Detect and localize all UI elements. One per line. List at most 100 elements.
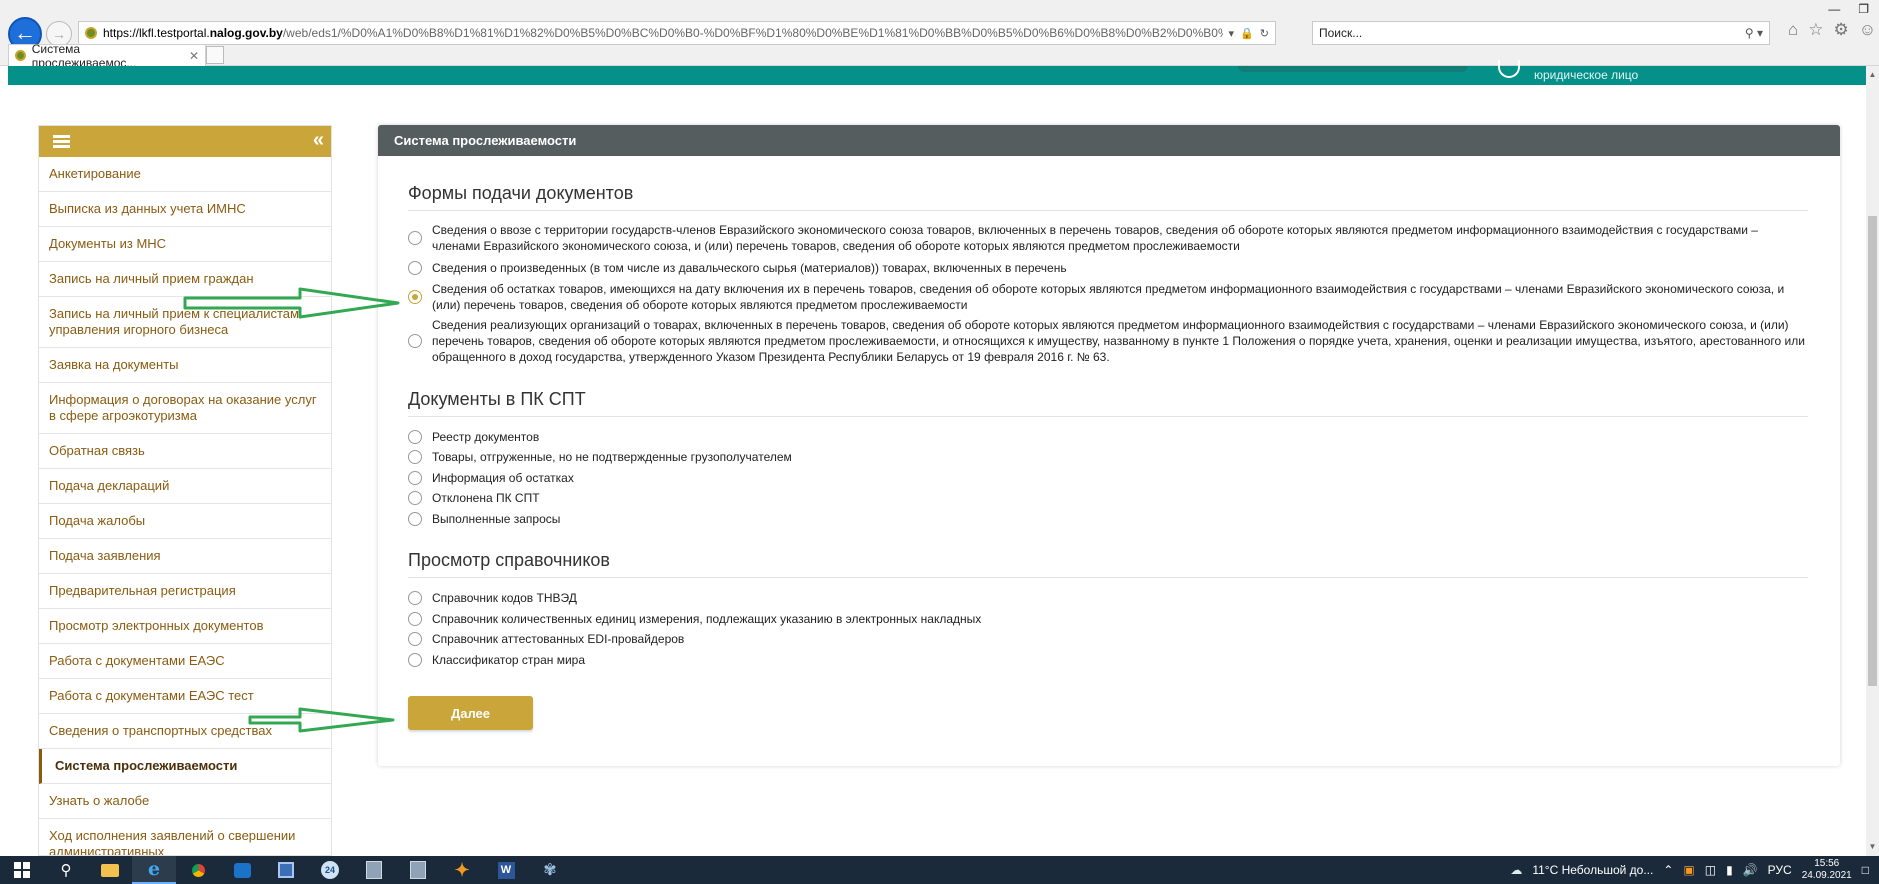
sidebar-item[interactable]: Подача жалобы bbox=[39, 504, 331, 539]
paint-icon[interactable]: ✾ bbox=[528, 856, 572, 884]
toolbar-icons: ⌂ ☆ ⚙ ☺ bbox=[1788, 20, 1876, 40]
tab-favicon-icon bbox=[15, 50, 26, 61]
chrome-icon[interactable] bbox=[176, 856, 220, 884]
word-icon[interactable]: W bbox=[484, 856, 528, 884]
minimize-icon[interactable]: — bbox=[1828, 2, 1840, 16]
radio-option[interactable]: Выполненные запросы bbox=[408, 511, 1808, 527]
radio-label: Сведения о произведенных (в том числе из… bbox=[432, 261, 1067, 275]
ie-icon[interactable]: e bbox=[132, 856, 176, 884]
refresh-icon[interactable]: ↻ bbox=[1260, 27, 1269, 40]
radio-button[interactable] bbox=[408, 591, 422, 605]
clock-time: 15:56 bbox=[1814, 858, 1840, 869]
search-input[interactable]: Поиск... ⚲ ▾ bbox=[1312, 21, 1770, 45]
scroll-up-icon[interactable]: ▲ bbox=[1868, 70, 1877, 80]
restore-icon[interactable]: ❐ bbox=[1858, 2, 1869, 16]
radio-option[interactable]: Классификатор стран мира bbox=[408, 652, 1808, 668]
sidebar-item[interactable]: Ход исполнения заявлений о свершении адм… bbox=[39, 819, 331, 855]
sidebar-item[interactable]: Информация о договорах на оказание услуг… bbox=[39, 383, 331, 434]
scroll-thumb[interactable] bbox=[1868, 216, 1877, 686]
radio-option[interactable]: Сведения реализующих организаций о товар… bbox=[408, 317, 1808, 365]
cloud-icon: ☁ bbox=[1510, 863, 1523, 877]
sidebar-item[interactable]: Система прослеживаемости bbox=[39, 749, 331, 784]
radio-button[interactable] bbox=[408, 450, 422, 464]
radio-option[interactable]: Сведения о произведенных (в том числе из… bbox=[408, 260, 1808, 276]
radio-label: Сведения об остатках товаров, имеющихся … bbox=[432, 282, 1785, 312]
clock[interactable]: 15:56 24.09.2021 bbox=[1802, 858, 1852, 882]
radio-button[interactable] bbox=[408, 231, 422, 245]
radio-button[interactable] bbox=[408, 334, 422, 348]
system-tray: ☁ 11°C Небольшой до... ⌃ ▣ ◫ ▮ 🔊 РУС 15:… bbox=[1510, 856, 1869, 884]
radio-option[interactable]: Товары, отгруженные, но не подтвержденны… bbox=[408, 449, 1808, 465]
sidebar-item[interactable]: Документы из МНС bbox=[39, 227, 331, 262]
radio-option[interactable]: Отклонена ПК СПТ bbox=[408, 490, 1808, 506]
sidebar-item[interactable]: Запись на личный прием к специалистам уп… bbox=[39, 297, 331, 348]
search-taskbar-icon[interactable]: ⚲ bbox=[44, 856, 88, 884]
radio-label: Справочник кодов ТНВЭД bbox=[432, 591, 577, 605]
radio-option[interactable]: Реестр документов bbox=[408, 429, 1808, 445]
radio-button[interactable] bbox=[408, 512, 422, 526]
address-bar[interactable]: https://lkfl.testportal.nalog.gov.by/web… bbox=[78, 21, 1276, 45]
radio-label: Справочник количественных единиц измерен… bbox=[432, 612, 982, 626]
start-button[interactable] bbox=[0, 856, 44, 884]
sidebar-item[interactable]: Подача деклараций bbox=[39, 469, 331, 504]
radio-button-selected[interactable] bbox=[408, 290, 422, 304]
sidebar-item[interactable]: Обратная связь bbox=[39, 434, 331, 469]
radio-option[interactable]: Справочник аттестованных EDI-провайдеров bbox=[408, 631, 1808, 647]
lightning-app-icon[interactable]: ✦ bbox=[440, 856, 484, 884]
new-tab-button[interactable] bbox=[206, 46, 224, 64]
radio-button[interactable] bbox=[408, 653, 422, 667]
app-avatar-icon[interactable] bbox=[352, 856, 396, 884]
sidebar-item[interactable]: Предварительная регистрация bbox=[39, 574, 331, 609]
account-select[interactable] bbox=[1238, 66, 1468, 72]
sidebar-item[interactable]: Работа с документами ЕАЭС тест bbox=[39, 679, 331, 714]
sidebar-item[interactable]: Подача заявления bbox=[39, 539, 331, 574]
browser-tab[interactable]: Система прослеживаемос... ✕ bbox=[8, 42, 206, 70]
sidebar-item[interactable]: Работа с документами ЕАЭС bbox=[39, 644, 331, 679]
radio-button[interactable] bbox=[408, 491, 422, 505]
radio-option[interactable]: Сведения о ввозе с территории государств… bbox=[408, 222, 1808, 254]
notifications-icon[interactable]: □ bbox=[1862, 863, 1869, 877]
close-tab-icon[interactable]: ✕ bbox=[189, 49, 199, 63]
sidebar-item[interactable]: Выписка из данных учета ИМНС bbox=[39, 192, 331, 227]
collapse-icon[interactable]: « bbox=[313, 129, 324, 152]
tray-app-icon[interactable]: ▣ bbox=[1683, 863, 1694, 877]
sidebar-item[interactable]: Запись на личный прием граждан bbox=[39, 262, 331, 297]
gear-icon[interactable]: ⚙ bbox=[1834, 20, 1849, 40]
battery-icon[interactable]: ▮ bbox=[1726, 863, 1733, 877]
radio-button[interactable] bbox=[408, 612, 422, 626]
network-icon[interactable]: ◫ bbox=[1705, 863, 1716, 877]
lock-icon[interactable]: 🔒 bbox=[1240, 27, 1254, 40]
file-explorer-icon[interactable] bbox=[88, 856, 132, 884]
radio-button[interactable] bbox=[408, 471, 422, 485]
sidebar-item[interactable]: Узнать о жалобе bbox=[39, 784, 331, 819]
radio-button[interactable] bbox=[408, 430, 422, 444]
language-indicator[interactable]: РУС bbox=[1768, 863, 1792, 877]
app-avatar-icon-2[interactable] bbox=[396, 856, 440, 884]
radio-option[interactable]: Справочник кодов ТНВЭД bbox=[408, 590, 1808, 606]
weather-text[interactable]: 11°C Небольшой до... bbox=[1532, 863, 1653, 877]
sidebar-item[interactable]: Просмотр электронных документов bbox=[39, 609, 331, 644]
menu-icon[interactable] bbox=[53, 135, 70, 148]
radio-button[interactable] bbox=[408, 261, 422, 275]
sidebar-item[interactable]: Анкетирование bbox=[39, 157, 331, 192]
volume-icon[interactable]: 🔊 bbox=[1743, 863, 1758, 877]
sidebar: « Анкетирование Выписка из данных учета И… bbox=[38, 125, 332, 856]
next-button[interactable]: Далее bbox=[408, 696, 533, 730]
calendar-app-icon[interactable]: 24 bbox=[308, 856, 352, 884]
outlook-icon[interactable] bbox=[220, 856, 264, 884]
star-icon[interactable]: ☆ bbox=[1808, 20, 1823, 40]
page-scrollbar[interactable]: ▲ ▼ bbox=[1866, 66, 1879, 856]
chevron-up-icon[interactable]: ⌃ bbox=[1663, 863, 1673, 877]
save-app-icon[interactable] bbox=[264, 856, 308, 884]
radio-option[interactable]: Сведения об остатках товаров, имеющихся … bbox=[408, 281, 1808, 313]
radio-button[interactable] bbox=[408, 632, 422, 646]
scroll-down-icon[interactable]: ▼ bbox=[1868, 842, 1877, 852]
smiley-icon[interactable]: ☺ bbox=[1859, 20, 1876, 40]
dropdown-icon[interactable]: ▾ bbox=[1229, 27, 1235, 40]
search-icon[interactable]: ⚲ ▾ bbox=[1745, 26, 1763, 40]
radio-option[interactable]: Информация об остатках bbox=[408, 470, 1808, 486]
sidebar-item[interactable]: Сведения о транспортных средствах bbox=[39, 714, 331, 749]
radio-option[interactable]: Справочник количественных единиц измерен… bbox=[408, 611, 1808, 627]
sidebar-item[interactable]: Заявка на документы bbox=[39, 348, 331, 383]
home-icon[interactable]: ⌂ bbox=[1788, 20, 1798, 40]
